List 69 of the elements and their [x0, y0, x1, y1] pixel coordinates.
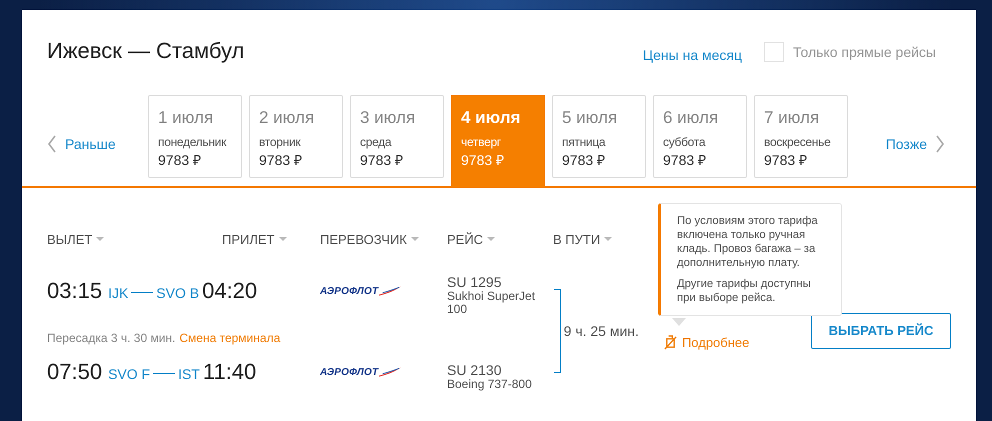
tab-price: 9783 ₽	[764, 151, 808, 169]
caret-icon	[96, 237, 104, 241]
tab-price: 9783 ₽	[461, 151, 504, 169]
arrival-time: 04:20	[202, 278, 258, 304]
caret-icon	[604, 237, 612, 241]
tab-price: 9783 ₽	[360, 151, 404, 169]
tab-weekday: вторник	[259, 135, 300, 149]
tab-price: 9783 ₽	[158, 151, 202, 169]
column-header[interactable]: ВЫЛЕТ	[47, 229, 222, 249]
airline-logo: АЭРОФЛОТ	[320, 286, 378, 296]
date-tab[interactable]: 1 июля понедельник 9783 ₽	[148, 95, 242, 178]
direct-checkbox[interactable]	[764, 42, 784, 62]
crossed-bag-icon	[664, 335, 677, 350]
month-prices-link[interactable]: Цены на месяц	[642, 47, 742, 63]
date-tab[interactable]: 5 июля пятница 9783 ₽	[552, 95, 646, 178]
flight-number: SU 1295	[447, 274, 502, 290]
caret-icon	[487, 237, 496, 241]
tab-date: 2 июля	[259, 108, 314, 128]
route-title: Ижевск — Стамбул	[47, 38, 244, 64]
airport-code: IST	[178, 364, 200, 382]
column-header[interactable]: ПЕРЕВОЗЧИК	[320, 229, 447, 249]
terminal-change-text: Смена терминала	[179, 331, 280, 345]
transfer-text: Пересадка 3 ч. 30 мин.	[47, 331, 176, 345]
tab-weekday: понедельник	[158, 135, 226, 149]
tab-date: 4 июля	[461, 108, 520, 128]
airport-code: SVO B	[156, 284, 200, 300]
tab-price: 9783 ₽	[663, 151, 706, 169]
airline-logo: АЭРОФЛОТ	[320, 366, 378, 378]
tab-date: 6 июля	[663, 108, 718, 128]
tab-price: 9783 ₽	[259, 151, 302, 169]
tab-date: 7 июля	[764, 108, 820, 128]
tab-date: 1 июля	[158, 108, 214, 128]
select-flight-button[interactable]: ВЫБРАТЬ РЕЙС	[811, 312, 951, 348]
tab-weekday: воскресенье	[764, 135, 830, 149]
column-header[interactable]: В ПУТИ	[553, 229, 612, 249]
date-tab[interactable]: 6 июля суббота 9783 ₽	[653, 95, 747, 178]
later-link[interactable]: Позже	[886, 128, 945, 152]
wing-icon	[379, 286, 402, 296]
date-tab[interactable]: 7 июля воскресенье 9783 ₽	[754, 95, 848, 178]
tab-date: 5 июля	[562, 108, 618, 128]
caret-icon	[410, 237, 419, 241]
arrival-time: 11:40	[202, 359, 256, 385]
aircraft-name: Sukhoi SuperJet 100	[447, 290, 536, 316]
wing-icon	[379, 367, 402, 377]
tab-weekday: среда	[360, 135, 392, 149]
flight-number: SU 2130	[447, 362, 502, 378]
airport-code: IJK	[108, 284, 128, 300]
total-duration: 9 ч. 25 мин.	[564, 322, 639, 338]
tooltip-text: Другие тарифы доступны при выборе рейса.	[677, 277, 812, 305]
departure-time: 03:15	[47, 278, 102, 304]
tab-weekday: четверг	[461, 135, 501, 149]
tab-weekday: суббота	[663, 135, 706, 149]
tab-date: 3 июля	[360, 108, 416, 128]
airport-code: SVO F	[108, 364, 150, 382]
date-tab[interactable]: 2 июля вторник 9783 ₽	[249, 95, 343, 178]
departure-time: 07:50	[47, 359, 102, 385]
column-header[interactable]: РЕЙС	[447, 229, 553, 249]
tab-price: 9783 ₽	[562, 151, 606, 169]
aircraft-name: Boeing 737-800	[447, 378, 533, 391]
date-tab[interactable]: 3 июля среда 9783 ₽	[350, 95, 444, 178]
earlier-link[interactable]: Раньше	[47, 128, 148, 152]
caret-icon	[278, 237, 287, 241]
column-header[interactable]: ПРИЛЕТ	[222, 229, 320, 249]
chevron-left-icon	[47, 134, 57, 152]
direct-label: Только прямые рейсы	[793, 44, 936, 60]
tooltip-text: По условиям этого тарифа включена только ручная кладь. Провоз багажа – за дополнительную плату.	[677, 214, 819, 270]
chevron-right-icon	[935, 134, 945, 152]
tooltip-pointer	[672, 318, 686, 326]
tab-weekday: пятница	[562, 135, 606, 149]
